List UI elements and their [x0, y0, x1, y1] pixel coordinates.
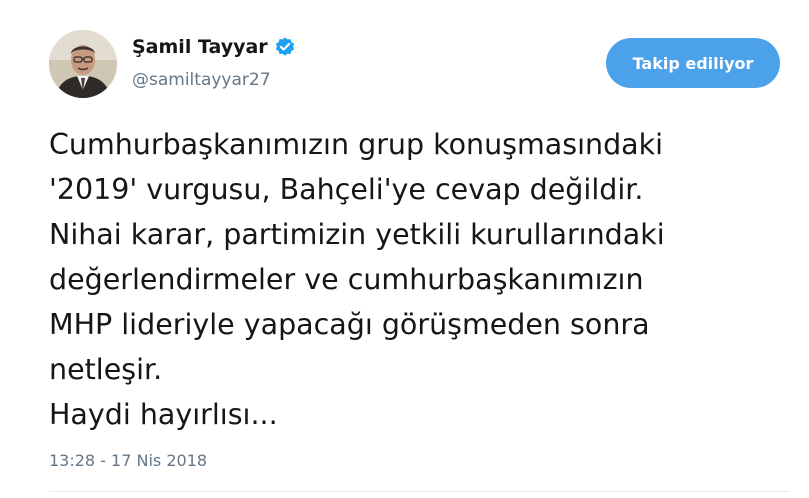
- divider: [49, 491, 789, 492]
- tweet-line: netleşir.: [49, 353, 163, 386]
- tweet-line: Haydi hayırlısı...: [49, 398, 278, 431]
- tweet-line: değerlendirmeler ve cumhurbaşkanımızın: [49, 263, 644, 296]
- verified-badge-icon: [274, 36, 296, 58]
- author-display-name[interactable]: Şamil Tayyar: [132, 36, 268, 58]
- tweet-line: Cumhurbaşkanımızın grup konuşmasındaki: [49, 128, 664, 161]
- profile-avatar-icon: [49, 30, 117, 98]
- tweet-line: '2019' vurgusu, Bahçeli'ye cevap değildi…: [49, 173, 644, 206]
- tweet-text: Cumhurbaşkanımızın grup konuşmasındaki '…: [49, 122, 801, 437]
- tweet-line: Nihai karar, partimizin yetkili kurullar…: [49, 218, 665, 251]
- tweet-timestamp[interactable]: 13:28 - 17 Nis 2018: [49, 451, 207, 470]
- tweet-line: MHP lideriyle yapacağı görüşmeden sonra: [49, 308, 650, 341]
- author-name-row: Şamil Tayyar: [132, 36, 296, 58]
- following-button[interactable]: Takip ediliyor: [606, 38, 780, 88]
- avatar[interactable]: [49, 30, 117, 98]
- author-handle[interactable]: @samiltayyar27: [132, 70, 271, 90]
